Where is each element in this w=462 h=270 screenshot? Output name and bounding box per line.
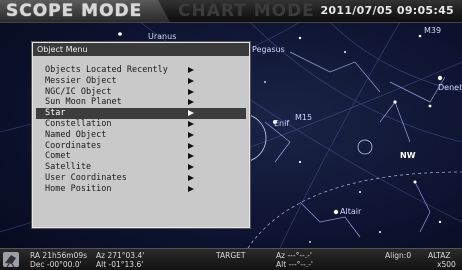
date-time: 2011/07/05 09:05:45 xyxy=(320,4,454,17)
label-enif: Enif xyxy=(274,119,289,128)
top-bar: SCOPE MODE CHART MODE 2011/07/05 09:05:4… xyxy=(0,0,462,23)
menu-item-label: Coordinates xyxy=(45,140,102,151)
submenu-arrow-icon xyxy=(188,142,194,149)
menu-item[interactable]: Coordinates xyxy=(36,141,246,152)
telescope-screen: SCOPE MODE CHART MODE 2011/07/05 09:05:4… xyxy=(0,0,462,270)
status-bar: RA 21h56m09s Az 271°03.4' Dec -00°00.0' … xyxy=(0,248,462,270)
menu-item[interactable]: Messier Object xyxy=(36,76,246,87)
object-menu[interactable]: Object Menu Objects Located Recently Mess… xyxy=(32,42,250,228)
submenu-arrow-icon xyxy=(188,174,194,181)
dec-readout: Dec -00°00.0' xyxy=(30,260,82,269)
label-pegasus: Pegasus xyxy=(252,45,285,54)
menu-item[interactable]: Star xyxy=(36,108,246,119)
menu-item[interactable]: Sun Moon Planet xyxy=(36,97,246,108)
telescope-icon xyxy=(3,252,19,268)
scope-mode-tab[interactable]: SCOPE MODE xyxy=(6,1,142,21)
chart-mode-tab[interactable]: CHART MODE xyxy=(178,1,315,21)
object-menu-title: Object Menu xyxy=(33,43,249,56)
az-readout: Az 271°03.4' xyxy=(96,251,145,260)
menu-item-label: Messier Object xyxy=(45,75,117,86)
submenu-arrow-icon xyxy=(188,164,194,171)
menu-item[interactable]: Comet xyxy=(36,151,246,162)
target-az: Az ---°--.-' xyxy=(276,251,312,260)
label-uranus: Uranus xyxy=(148,32,176,41)
align-status: Align:0 xyxy=(385,251,412,260)
label-nw: NW xyxy=(400,151,416,160)
object-menu-list: Objects Located Recently Messier Object NG… xyxy=(33,65,249,195)
menu-item[interactable]: Satellite xyxy=(36,162,246,173)
ra-readout: RA 21h56m09s xyxy=(30,251,88,260)
menu-item[interactable]: Named Object xyxy=(36,130,246,141)
menu-item-label: Sun Moon Planet xyxy=(45,97,122,108)
target-label: TARGET xyxy=(216,251,246,260)
submenu-arrow-icon xyxy=(188,88,194,95)
menu-item[interactable]: Constellation xyxy=(36,119,246,130)
submenu-arrow-icon xyxy=(188,77,194,84)
menu-item-label: Named Object xyxy=(45,129,107,140)
menu-item[interactable]: User Coordinates xyxy=(36,173,246,184)
submenu-arrow-icon xyxy=(188,110,194,117)
menu-item-label: Home Position xyxy=(45,183,112,194)
label-deneb: Deneb xyxy=(438,83,462,92)
submenu-arrow-icon xyxy=(188,153,194,160)
menu-item-label: Comet xyxy=(45,151,71,162)
submenu-arrow-icon xyxy=(188,185,194,192)
mount-mode: ALTAZ xyxy=(428,251,451,260)
menu-item-label: Satellite xyxy=(45,162,92,173)
label-altair: Altair xyxy=(340,207,362,216)
submenu-arrow-icon xyxy=(188,120,194,127)
menu-item-label: Star xyxy=(45,108,66,119)
zoom-level: x500 xyxy=(437,260,456,269)
menu-item-label: NGC/IC Object xyxy=(45,86,112,97)
label-m39: M39 xyxy=(424,26,441,35)
submenu-arrow-icon xyxy=(188,67,194,73)
submenu-arrow-icon xyxy=(188,99,194,106)
menu-item[interactable]: Home Position xyxy=(36,184,246,195)
target-alt: Alt ---°--.-' xyxy=(276,260,313,269)
label-m15: M15 xyxy=(295,113,312,122)
menu-item-label: User Coordinates xyxy=(45,172,127,183)
menu-item-label: Objects Located Recently xyxy=(45,65,168,75)
menu-item-label: Constellation xyxy=(45,118,112,129)
alt-readout: Alt -01°13.6' xyxy=(96,260,144,269)
submenu-arrow-icon xyxy=(188,131,194,138)
menu-item[interactable]: NGC/IC Object xyxy=(36,87,246,98)
menu-item[interactable]: Objects Located Recently xyxy=(36,65,246,76)
